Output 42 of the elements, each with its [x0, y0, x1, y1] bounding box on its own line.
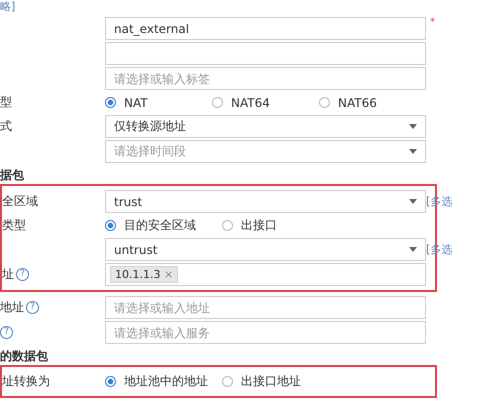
help-icon[interactable]: ?: [0, 326, 13, 339]
help-icon[interactable]: ?: [16, 268, 29, 281]
input-field[interactable]: nat_external: [105, 17, 426, 40]
section-heading: 据包: [0, 167, 25, 184]
field-label: 类型: [2, 217, 26, 234]
section-heading: 的数据包: [0, 348, 49, 365]
caret-icon: [409, 124, 417, 129]
radio-option[interactable]: NAT66: [319, 96, 426, 110]
link[interactable]: 略]: [0, 0, 16, 14]
field-label: 址: [2, 266, 14, 283]
radio-button[interactable]: [212, 97, 223, 108]
radio-button[interactable]: [105, 97, 116, 108]
input-field[interactable]: 请选择或输入地址: [105, 296, 426, 319]
radio-option[interactable]: NAT: [105, 96, 212, 110]
caret-icon: [409, 149, 417, 154]
help-icon[interactable]: ?: [26, 301, 39, 314]
dropdown[interactable]: trust: [105, 190, 426, 213]
radio-option[interactable]: 出接口地址: [222, 373, 339, 390]
radio-option[interactable]: 目的安全区域: [105, 217, 222, 234]
field-label: 式: [0, 118, 12, 135]
radio-button[interactable]: [222, 376, 233, 387]
required-mark: *: [429, 17, 436, 28]
input-field[interactable]: 请选择或输入标签: [105, 67, 426, 90]
field-label: 全区域: [2, 193, 38, 210]
radio-button[interactable]: [319, 97, 330, 108]
radio-option[interactable]: 地址池中的地址: [105, 373, 222, 390]
dropdown[interactable]: untrust: [105, 238, 426, 261]
field-label: 址转换为: [2, 373, 50, 390]
radio-option[interactable]: NAT64: [212, 96, 319, 110]
tag-input-field[interactable]: 10.1.1.3 ×: [105, 263, 426, 286]
radio-button[interactable]: [105, 220, 116, 231]
input-field[interactable]: 请选择或输入服务: [105, 321, 426, 344]
radio-button[interactable]: [105, 376, 116, 387]
caret-icon: [409, 199, 417, 204]
field-label: 地址: [0, 299, 24, 316]
radio-button[interactable]: [222, 220, 233, 231]
dropdown[interactable]: 仅转换源地址: [105, 115, 426, 138]
field-label: 型: [0, 94, 12, 111]
address-tag: 10.1.1.3 ×: [110, 266, 178, 283]
radio-option[interactable]: 出接口: [222, 217, 339, 234]
input-field[interactable]: [105, 42, 426, 65]
caret-icon: [409, 247, 417, 252]
